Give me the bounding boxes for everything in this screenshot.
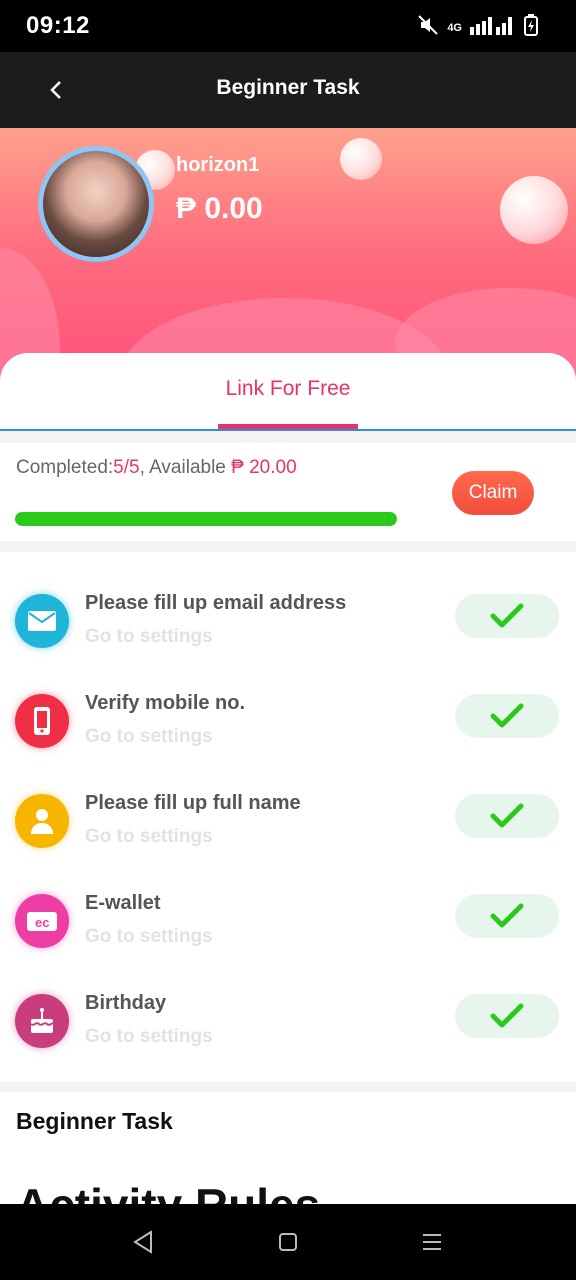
decor-bubble <box>340 138 382 180</box>
tab-link-for-free[interactable]: Link For Free <box>218 377 358 401</box>
progress-bar <box>15 512 397 526</box>
menu-icon <box>423 1234 441 1250</box>
app-header: Beginner Task <box>0 52 576 128</box>
available-value: ₱ 20.00 <box>231 457 297 478</box>
task-row-email[interactable]: Please fill up email address Go to setti… <box>0 586 576 686</box>
svg-text:ec: ec <box>35 915 49 930</box>
task-title: Verify mobile no. <box>85 692 246 714</box>
task-icon-container <box>15 794 69 848</box>
nav-menu-button[interactable] <box>412 1222 452 1262</box>
task-row-full-name[interactable]: Please fill up full name Go to settings <box>0 786 576 886</box>
claim-button[interactable]: Claim <box>452 471 534 515</box>
status-time: 09:12 <box>26 12 90 39</box>
task-status-done <box>455 794 559 838</box>
task-row-e-wallet[interactable]: ec E-wallet Go to settings <box>0 886 576 986</box>
network-label: 4G <box>447 21 462 34</box>
progress-card: Completed:5/5, Available ₱ 20.00 Claim <box>0 443 576 541</box>
tab-bar: Link For Free <box>0 353 576 431</box>
cake-icon <box>30 1008 54 1033</box>
task-subtitle[interactable]: Go to settings <box>85 826 213 848</box>
task-subtitle[interactable]: Go to settings <box>85 1026 213 1048</box>
checkmark-icon <box>490 603 524 628</box>
status-bar: 09:12 4G <box>0 0 576 52</box>
nav-back-button[interactable] <box>123 1222 163 1262</box>
completed-label: Completed: <box>16 457 114 478</box>
wallet-icon: ec <box>27 912 57 931</box>
status-icons: 4G <box>417 14 538 41</box>
task-status-done <box>455 694 559 738</box>
task-title: Birthday <box>85 992 167 1014</box>
available-label: , Available <box>139 457 232 478</box>
page-title: Beginner Task <box>216 76 360 99</box>
task-subtitle[interactable]: Go to settings <box>85 926 213 948</box>
username: horizon1 <box>176 154 260 176</box>
rules-section: Beginner Task Activity Rules <box>0 1092 576 1204</box>
task-row-birthday[interactable]: Birthday Go to settings <box>0 986 576 1086</box>
task-title: Please fill up email address <box>85 592 347 614</box>
decor-bubble <box>500 176 568 244</box>
battery-icon <box>524 14 538 41</box>
task-subtitle[interactable]: Go to settings <box>85 626 213 648</box>
email-icon <box>28 611 56 631</box>
checkmark-icon <box>490 1003 524 1028</box>
task-subtitle[interactable]: Go to settings <box>85 726 213 748</box>
task-status-done <box>455 994 559 1038</box>
checkmark-icon <box>490 903 524 928</box>
avatar[interactable] <box>38 146 154 262</box>
profile-banner: horizon1 ₱ 0.00 <box>0 128 576 388</box>
tab-active-indicator <box>218 424 358 429</box>
mobile-icon <box>34 707 50 735</box>
task-list: Please fill up email address Go to setti… <box>0 552 576 1082</box>
task-icon-container <box>15 594 69 648</box>
task-icon-container <box>15 694 69 748</box>
task-row-mobile[interactable]: Verify mobile no. Go to settings <box>0 686 576 786</box>
checkmark-icon <box>490 803 524 828</box>
task-status-done <box>455 894 559 938</box>
task-title: E-wallet <box>85 892 161 914</box>
system-nav-bar <box>0 1204 576 1280</box>
activity-rules-title: Activity Rules <box>16 1178 320 1204</box>
task-icon-container: ec <box>15 894 69 948</box>
progress-summary: Completed:5/5, Available ₱ 20.00 <box>16 457 297 479</box>
mute-icon <box>417 14 439 41</box>
signal-icon <box>470 15 516 40</box>
triangle-back-icon <box>133 1230 152 1254</box>
square-home-icon <box>279 1233 297 1251</box>
balance: ₱ 0.00 <box>176 192 263 225</box>
checkmark-icon <box>490 703 524 728</box>
nav-home-button[interactable] <box>268 1222 308 1262</box>
completed-value: 5/5 <box>113 457 140 478</box>
task-title: Please fill up full name <box>85 792 301 814</box>
progress-fill <box>15 512 397 526</box>
task-icon-container <box>15 994 69 1048</box>
person-icon <box>31 809 53 834</box>
section-title: Beginner Task <box>16 1108 173 1134</box>
task-status-done <box>455 594 559 638</box>
